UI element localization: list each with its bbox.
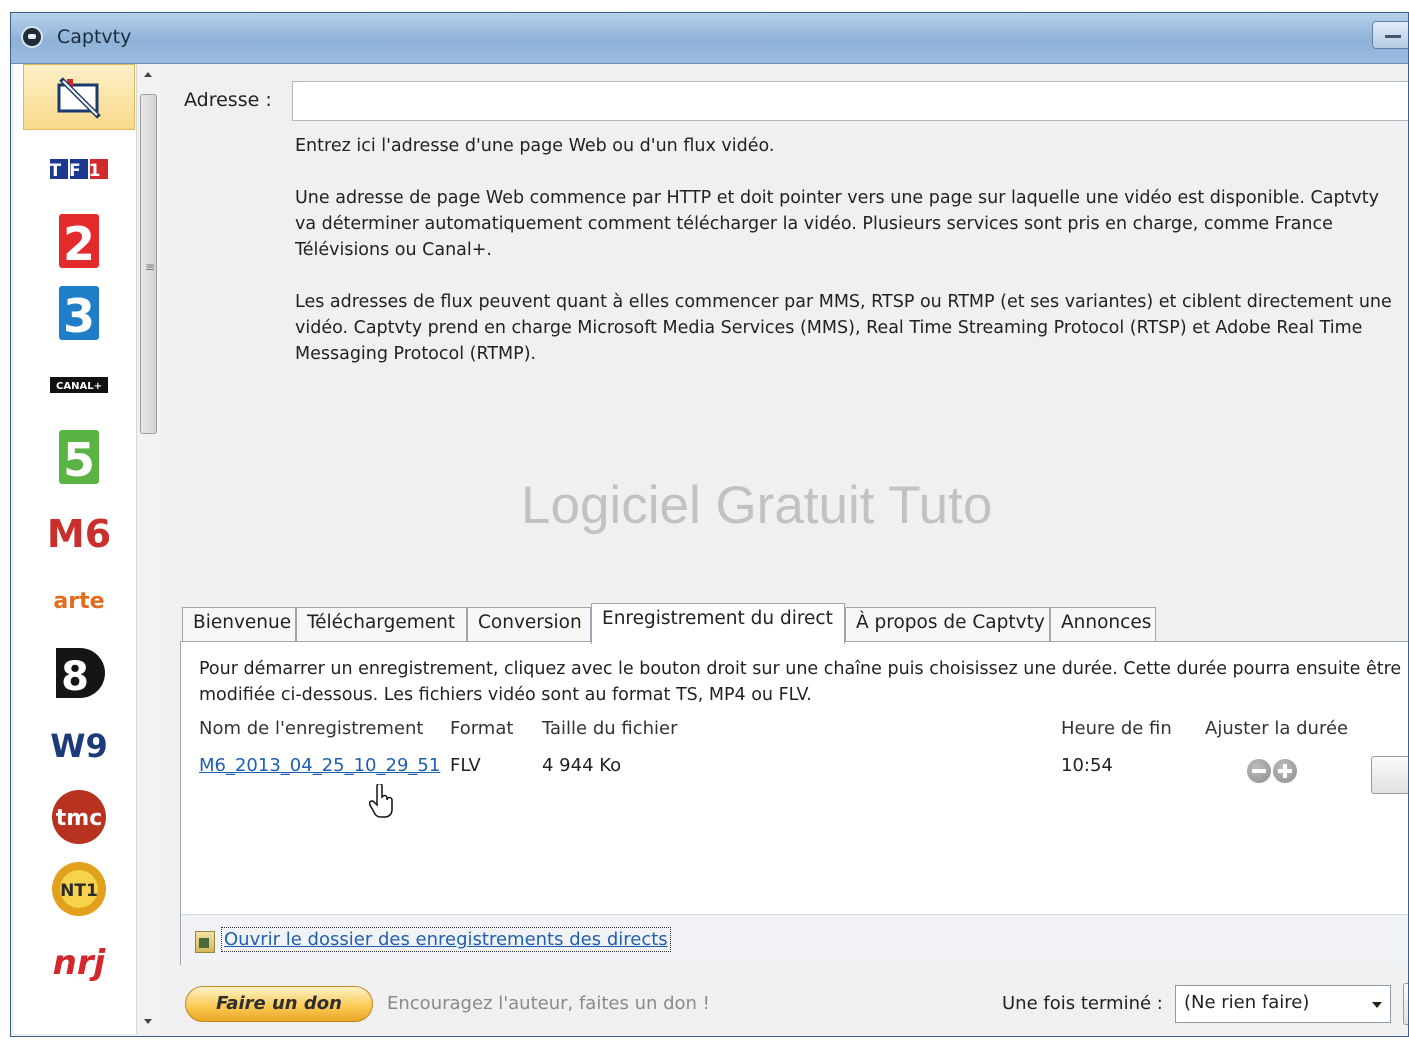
when-done-select[interactable]: (Ne rien faire) xyxy=(1175,985,1391,1023)
scroll-up-arrow[interactable] xyxy=(144,72,152,77)
france2-logo: 2 xyxy=(59,214,99,270)
url-tool-icon xyxy=(57,77,101,119)
folder-icon xyxy=(195,931,215,953)
hand-cursor-icon xyxy=(369,784,393,818)
watermark: Logiciel Gratuit Tuto xyxy=(521,476,993,535)
canalplus-logo: CANAL+ xyxy=(50,377,108,393)
recording-size: 4 944 Ko xyxy=(542,755,622,776)
plus-icon-bar xyxy=(1283,764,1287,778)
recording-description: Pour démarrer un enregistrement, cliquez… xyxy=(199,659,1402,705)
help-paragraph: Une adresse de page Web commence par HTT… xyxy=(295,188,1379,260)
w9-text: W9 xyxy=(50,727,108,765)
arte-text: arte xyxy=(53,589,104,614)
channel-sidebar: TF1 2 3 CANAL+ 5 M6 arte 8 W9 tmc NT1 nr… xyxy=(14,64,136,1034)
channel-nrj12[interactable]: nrj xyxy=(23,928,135,994)
sidebar-scrollbar[interactable]: ≡ xyxy=(136,64,161,1034)
tab-conversion[interactable]: Conversion xyxy=(467,607,591,641)
tab-annonces[interactable]: Annonces xyxy=(1050,607,1156,641)
arte-logo: arte xyxy=(53,589,104,614)
channel-tf1[interactable]: TF1 xyxy=(23,136,135,202)
column-adjust-header[interactable]: Ajuster la durée xyxy=(1205,718,1348,739)
minimize-button[interactable] xyxy=(1372,21,1408,49)
donate-button[interactable]: Faire un don xyxy=(185,986,373,1022)
tmc-logo: tmc xyxy=(52,790,106,844)
france3-logo: 3 xyxy=(59,286,99,342)
channel-nt1[interactable]: NT1 xyxy=(23,856,135,922)
tab-telechargement[interactable]: Téléchargement xyxy=(296,607,467,641)
scroll-thumb[interactable]: ≡ xyxy=(140,94,157,434)
channel-w9[interactable]: W9 xyxy=(23,712,135,778)
nrj12-logo: nrj xyxy=(53,943,107,983)
chevron-down-icon xyxy=(1372,1002,1382,1008)
tmc-text: tmc xyxy=(56,806,102,831)
title-bar: Captvty xyxy=(11,13,1408,64)
france2-text: 2 xyxy=(63,217,95,270)
france5-logo: 5 xyxy=(59,430,99,486)
panel-footer: Ouvrir le dossier des enregistrements de… xyxy=(181,914,1408,965)
d8-text: 8 xyxy=(61,654,89,700)
channel-arte[interactable]: arte xyxy=(23,568,135,634)
channel-canalplus[interactable]: CANAL+ xyxy=(23,352,135,418)
help-paragraph: Les adresses de flux peuvent quant à ell… xyxy=(295,292,1392,364)
app-window: Captvty TF1 2 3 CANAL+ 5 M6 arte 8 W9 tm… xyxy=(10,12,1409,1037)
captvty-app-icon xyxy=(21,26,43,48)
recording-name-link[interactable]: M6_2013_04_25_10_29_51 xyxy=(199,755,440,776)
channel-d8[interactable]: 8 xyxy=(23,640,135,706)
channel-france2[interactable]: 2 xyxy=(23,208,135,274)
tab-a-propos[interactable]: À propos de Captvty xyxy=(845,607,1050,641)
nrj12-text: nrj xyxy=(53,943,107,983)
nt1-text: NT1 xyxy=(60,881,98,901)
channel-france5[interactable]: 5 xyxy=(23,424,135,490)
m6-text: M6 xyxy=(49,512,109,555)
column-size-header[interactable]: Taille du fichier xyxy=(542,718,678,739)
tf1-text: TF1 xyxy=(49,161,108,181)
channel-url-tool[interactable] xyxy=(23,64,135,130)
scroll-down-arrow[interactable] xyxy=(144,1019,152,1024)
channel-france3[interactable]: 3 xyxy=(23,280,135,346)
grip-icon: ≡ xyxy=(145,260,156,274)
m6-logo: M6 xyxy=(49,512,109,555)
edge-button[interactable] xyxy=(1403,983,1408,1025)
tab-bienvenue[interactable]: Bienvenue xyxy=(182,607,296,641)
france3-text: 3 xyxy=(63,289,95,342)
address-label: Adresse : xyxy=(184,89,272,111)
address-help: Entrez ici l'adresse d'une page Web ou d… xyxy=(295,133,1405,393)
channel-m6[interactable]: M6 xyxy=(23,496,135,562)
column-end-header[interactable]: Heure de fin xyxy=(1061,718,1172,739)
recording-panel: Pour démarrer un enregistrement, cliquez… xyxy=(180,641,1408,965)
address-input[interactable] xyxy=(292,81,1408,121)
when-done-label: Une fois terminé : xyxy=(1002,993,1163,1014)
donate-text: Encouragez l'auteur, faites un don ! xyxy=(387,993,710,1014)
canalplus-text: CANAL+ xyxy=(56,381,102,392)
help-paragraph: Entrez ici l'adresse d'une page Web ou d… xyxy=(295,136,775,156)
minus-icon xyxy=(1252,769,1266,773)
increase-duration-button[interactable] xyxy=(1273,759,1297,783)
column-name-header[interactable]: Nom de l'enregistrement xyxy=(199,718,423,739)
when-done-value: (Ne rien faire) xyxy=(1184,992,1310,1013)
nt1-logo: NT1 xyxy=(52,862,106,916)
decrease-duration-button[interactable] xyxy=(1247,759,1271,783)
recording-action-button[interactable] xyxy=(1371,756,1408,794)
recording-end-time: 10:54 xyxy=(1061,755,1113,776)
tf1-logo: TF1 xyxy=(49,159,108,181)
window-title: Captvty xyxy=(57,26,132,48)
open-recordings-folder-link[interactable]: Ouvrir le dossier des enregistrements de… xyxy=(221,927,671,952)
france5-text: 5 xyxy=(63,433,95,486)
w9-logo: W9 xyxy=(50,727,108,765)
channel-tmc[interactable]: tmc xyxy=(23,784,135,850)
tab-enregistrement-direct[interactable]: Enregistrement du direct xyxy=(591,603,845,644)
recording-format: FLV xyxy=(450,755,481,776)
column-format-header[interactable]: Format xyxy=(450,718,513,739)
d8-logo: 8 xyxy=(56,648,105,700)
